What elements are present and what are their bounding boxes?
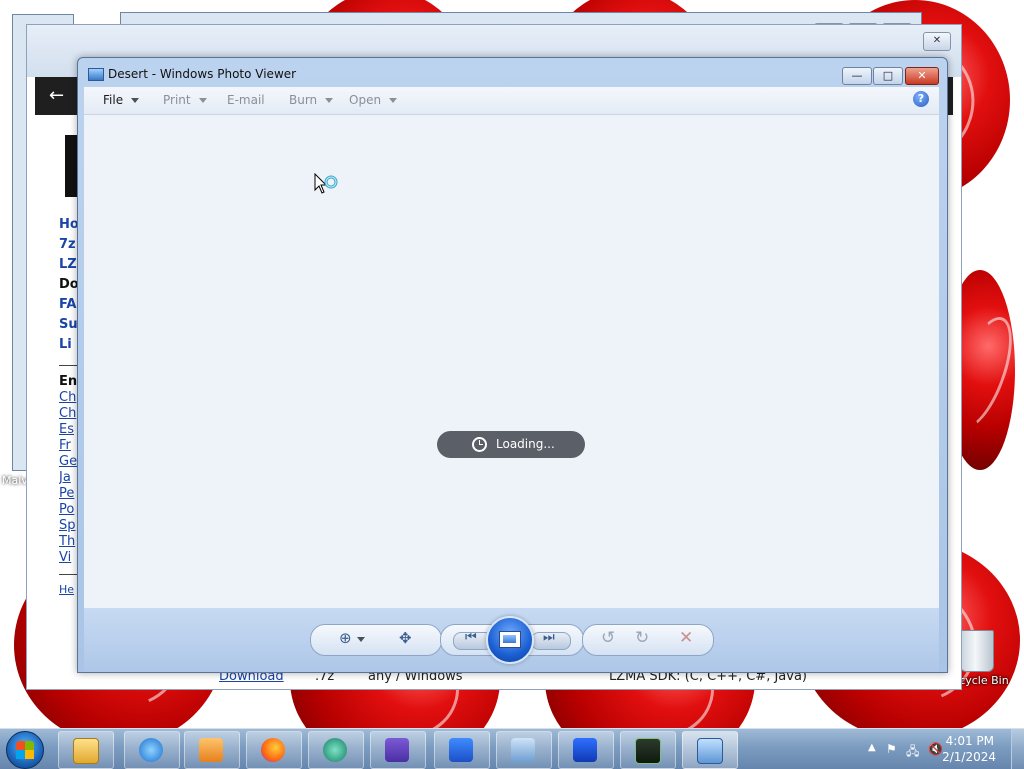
rotate-right-icon[interactable]: ↻ [635, 628, 649, 648]
clock-icon [472, 437, 487, 452]
divider [59, 365, 77, 366]
taskbar-photo-viewer[interactable] [682, 731, 738, 769]
taskbar-control-panel[interactable] [496, 731, 552, 769]
show-hidden-icons-icon[interactable]: ▲ [868, 742, 882, 756]
infinity-icon [385, 738, 409, 762]
clock-date[interactable]: 2/1/2024 [942, 750, 996, 764]
minimize-button[interactable]: — [842, 67, 872, 85]
picture-icon [499, 631, 521, 648]
photo-viewer-window[interactable]: Desert - Windows Photo Viewer — □ ✕ File… [77, 57, 948, 673]
back-arrow-icon[interactable]: ← [49, 85, 64, 106]
taskbar-malwarebytes-1[interactable] [434, 731, 490, 769]
action-center-flag-icon[interactable]: ⚑ [886, 742, 900, 756]
chevron-down-icon[interactable] [357, 637, 365, 642]
control-panel-icon [511, 738, 535, 762]
internet-explorer-icon [139, 738, 163, 762]
chevron-down-icon [131, 98, 140, 103]
taskbar-app[interactable] [308, 731, 364, 769]
taskbar-ie[interactable] [124, 731, 180, 769]
slideshow-button[interactable] [486, 616, 534, 664]
window-title: Desert - Windows Photo Viewer [108, 67, 297, 81]
command-bar: File Print E-mail Burn Open ? [84, 87, 939, 115]
taskbar-firefox[interactable] [246, 731, 302, 769]
taskbar-visual-studio[interactable] [370, 731, 426, 769]
next-icon: ⏭ [543, 630, 555, 645]
rotate-delete-group: ↺ ↻ ✕ [582, 624, 714, 656]
app-icon [323, 738, 347, 762]
menu-file[interactable]: File [103, 93, 140, 107]
volume-muted-icon[interactable]: 🔇 [928, 742, 943, 756]
start-button[interactable] [6, 731, 44, 769]
chevron-down-icon [389, 98, 398, 103]
help-icon[interactable]: ? [913, 91, 929, 107]
menu-burn[interactable]: Burn [289, 93, 334, 107]
close-button[interactable]: ✕ [905, 67, 939, 85]
system-tray: ▲ ⚑ 🖧 🔇 4:01 PM 2/1/2024 [844, 729, 1024, 769]
next-button[interactable]: ⏭ [531, 630, 571, 650]
taskbar: ▲ ⚑ 🖧 🔇 4:01 PM 2/1/2024 [0, 728, 1024, 769]
desktop-icon-label[interactable]: Malv [2, 474, 28, 487]
recycle-bin-icon [960, 630, 994, 672]
viewer-toolbar: ⊕ ✥ ⏮ ⏭ ↺ ↻ ✕ [84, 608, 939, 672]
taskbar-explorer[interactable] [58, 731, 114, 769]
folder-icon [73, 738, 99, 764]
media-player-icon [199, 738, 223, 762]
previous-icon: ⏮ [465, 630, 477, 645]
rotate-left-icon[interactable]: ↺ [601, 628, 615, 648]
chevron-down-icon [325, 98, 334, 103]
windows-logo-icon [16, 741, 34, 759]
close-button[interactable]: ✕ [923, 32, 951, 51]
taskbar-media-player[interactable] [184, 731, 240, 769]
firefox-icon [261, 738, 285, 762]
zoom-icon[interactable]: ⊕ [339, 629, 352, 647]
menu-open[interactable]: Open [349, 93, 398, 107]
divider [59, 574, 77, 575]
image-canvas: Loading... [84, 115, 939, 608]
taskbar-malwarebytes-2[interactable] [558, 731, 614, 769]
busy-cursor-icon [314, 173, 338, 194]
taskbar-task-manager[interactable] [620, 731, 676, 769]
menu-print[interactable]: Print [163, 93, 207, 107]
malwarebytes-icon [573, 738, 597, 762]
delete-icon[interactable]: ✕ [679, 628, 693, 648]
menu-email[interactable]: E-mail [227, 93, 265, 107]
zoom-fit-group: ⊕ ✥ [310, 624, 442, 656]
chevron-down-icon [198, 98, 207, 103]
photo-viewer-icon [697, 738, 723, 764]
show-desktop-button[interactable] [1011, 729, 1024, 769]
photo-viewer-app-icon [88, 68, 104, 81]
malwarebytes-icon [449, 738, 473, 762]
actual-size-icon[interactable]: ✥ [399, 629, 412, 647]
network-icon[interactable]: 🖧 [906, 742, 920, 758]
loading-text: Loading... [496, 437, 555, 451]
maximize-button[interactable]: □ [873, 67, 903, 85]
clock-time[interactable]: 4:01 PM [946, 734, 994, 748]
task-manager-icon [635, 738, 661, 764]
loading-indicator: Loading... [437, 431, 585, 458]
